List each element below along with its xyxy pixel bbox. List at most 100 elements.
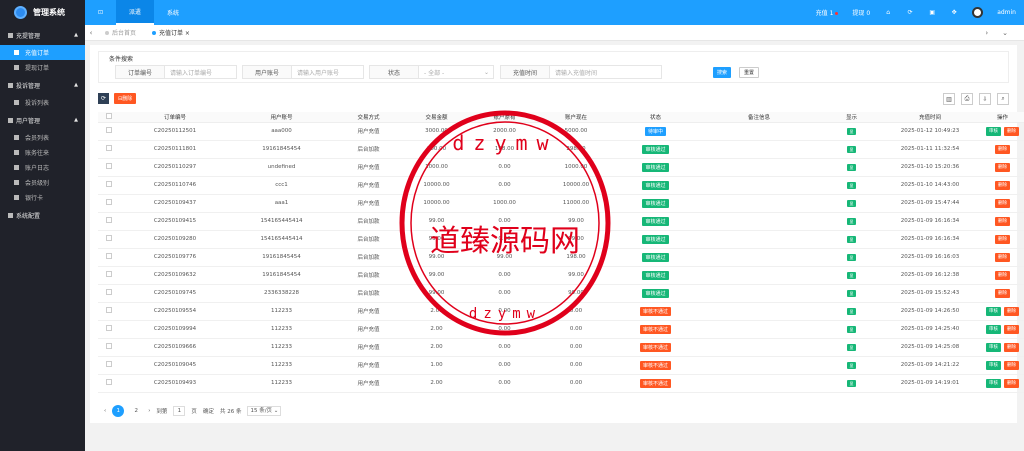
column-header[interactable]: 状态 [612, 112, 699, 123]
sidebar-item-recharge-orders[interactable]: 充值订单 [0, 45, 85, 60]
order-number-input[interactable]: 请输入订单编号 [165, 65, 237, 79]
user-name[interactable]: admin [997, 9, 1016, 16]
home-icon[interactable]: ⌂ [884, 9, 892, 17]
status-select[interactable]: - 全部 - ⌄ [419, 65, 494, 79]
row-checkbox[interactable] [106, 217, 112, 223]
fullscreen-icon[interactable]: ✥ [950, 9, 958, 17]
lock-icon[interactable]: ▣ [928, 9, 936, 17]
delete-button[interactable]: 删除 [1004, 306, 1019, 316]
search-icon[interactable]: ⌕ [997, 93, 1009, 105]
visibility-toggle[interactable]: 显 [847, 361, 856, 369]
column-header[interactable]: 账户现在 [540, 112, 612, 123]
row-checkbox[interactable] [106, 253, 112, 259]
recharge-link[interactable]: 充值 1 [816, 8, 839, 17]
visibility-toggle[interactable]: 显 [847, 127, 856, 135]
visibility-toggle[interactable]: 显 [847, 271, 856, 279]
table-row[interactable]: C20250109776 19161845454 后台加款 99.00 99.00 198… [98, 248, 1024, 267]
reset-button[interactable]: 重置 [739, 66, 760, 78]
sidebar-group-complaints[interactable]: 投诉管理 ▲ [0, 75, 85, 95]
delete-button[interactable]: 删除 [995, 252, 1010, 262]
column-header[interactable]: 显示 [819, 112, 884, 123]
chevron-down-icon[interactable]: ⌄ [1002, 29, 1008, 37]
search-button[interactable]: 搜索 [713, 66, 732, 78]
visibility-toggle[interactable]: 显 [847, 253, 856, 261]
sidebar-item-accounts[interactable]: 账务往来 [0, 145, 85, 160]
column-header[interactable]: 账户原有 [469, 112, 540, 123]
batch-delete-button[interactable]: ⊟ 删除 [114, 93, 137, 104]
delete-button[interactable]: 删除 [1004, 360, 1019, 370]
delete-button[interactable]: 删除 [995, 288, 1010, 298]
row-checkbox[interactable] [106, 181, 112, 187]
visibility-toggle[interactable]: 显 [847, 307, 856, 315]
delete-button[interactable]: 删除 [995, 162, 1010, 172]
chevron-right-icon[interactable]: › [985, 29, 988, 37]
audit-button[interactable]: 审核 [986, 306, 1001, 316]
page-button[interactable]: 1 [112, 405, 125, 417]
column-header[interactable]: 交易方式 [333, 112, 404, 123]
refresh-icon[interactable]: ⟳ [98, 93, 109, 104]
delete-button[interactable]: 删除 [995, 270, 1010, 280]
row-checkbox[interactable] [106, 289, 112, 295]
column-header[interactable]: 操作 [976, 112, 1024, 123]
audit-button[interactable]: 审核 [986, 324, 1001, 334]
delete-button[interactable]: 删除 [995, 216, 1010, 226]
delete-button[interactable]: 删除 [995, 198, 1010, 208]
column-header[interactable]: 充值时间 [884, 112, 976, 123]
audit-button[interactable]: 审核 [986, 126, 1001, 136]
sidebar-item-complaint-list[interactable]: 投诉列表 [0, 95, 85, 110]
row-checkbox[interactable] [106, 271, 112, 277]
top-nav-dispatch[interactable]: 派遣 [116, 0, 155, 25]
sidebar-group-system[interactable]: 系统配置 [0, 205, 85, 225]
delete-button[interactable]: 删除 [1004, 126, 1019, 136]
table-row[interactable]: C20250109493 112233 用户充值 2.00 0.00 0.00 审核不通过 显… [98, 374, 1024, 393]
row-checkbox[interactable] [106, 235, 112, 241]
table-row[interactable]: C20250109045 112233 用户充值 1.00 0.00 0.00 审核不通过 显… [98, 356, 1024, 375]
goto-confirm-button[interactable]: 确定 [203, 407, 214, 415]
row-checkbox[interactable] [106, 343, 112, 349]
row-checkbox[interactable] [106, 199, 112, 205]
sidebar-group-recharge[interactable]: 充提管理 ▲ [0, 25, 85, 45]
visibility-toggle[interactable]: 显 [847, 145, 856, 153]
row-checkbox[interactable] [106, 379, 112, 385]
column-header[interactable]: 交易金额 [404, 112, 469, 123]
select-all-checkbox[interactable] [106, 112, 112, 119]
table-row[interactable]: C20250109632 19161845454 后台加款 99.00 0.00 99.0… [98, 266, 1024, 285]
recharge-time-input[interactable]: 请输入充值时间 [550, 65, 662, 79]
sidebar-group-users[interactable]: 用户管理 ▲ [0, 110, 85, 130]
table-row[interactable]: C20250109437 aaa1 用户充值 10000.00 1000.00 11000… [98, 194, 1024, 213]
chevron-left-icon[interactable]: ‹ [85, 29, 97, 37]
visibility-toggle[interactable]: 显 [847, 163, 856, 171]
delete-button[interactable]: 删除 [995, 180, 1010, 190]
delete-button[interactable]: 删除 [995, 144, 1010, 154]
top-nav-home[interactable]: ⊡ [85, 0, 116, 25]
chevron-right-icon[interactable]: › [148, 408, 150, 414]
table-row[interactable]: C20250110297 undefined 用户充值 1000.00 0.00 1000… [98, 158, 1024, 177]
audit-button[interactable]: 审核 [986, 342, 1001, 352]
sidebar-item-withdraw-orders[interactable]: 提现订单 [0, 60, 85, 75]
column-header[interactable]: 订单编号 [120, 112, 230, 123]
goto-page-input[interactable]: 1 [173, 406, 186, 416]
columns-icon[interactable]: ▥ [943, 93, 955, 105]
top-nav-system[interactable]: 系统 [154, 0, 192, 25]
table-row[interactable]: C20250109280 154165445414 后台加款 99.00 0.00 99.… [98, 230, 1024, 249]
visibility-toggle[interactable]: 显 [847, 181, 856, 189]
export-icon[interactable]: ⇩ [979, 93, 991, 105]
table-row[interactable]: C20250109666 112233 用户充值 2.00 0.00 0.00 审核不通过 显… [98, 338, 1024, 357]
visibility-toggle[interactable]: 显 [847, 343, 856, 351]
sidebar-item-member-level[interactable]: 会员级别 [0, 175, 85, 190]
row-checkbox[interactable] [106, 145, 112, 151]
chevron-left-icon[interactable]: ‹ [104, 408, 106, 414]
row-checkbox[interactable] [106, 361, 112, 367]
visibility-toggle[interactable]: 显 [847, 235, 856, 243]
visibility-toggle[interactable]: 显 [847, 217, 856, 225]
delete-button[interactable]: 删除 [1004, 324, 1019, 334]
refresh-icon[interactable]: ⟳ [906, 9, 914, 17]
user-account-input[interactable]: 请输入用户账号 [292, 65, 364, 79]
sidebar-item-account-log[interactable]: 账户日志 [0, 160, 85, 175]
table-row[interactable]: C20250109415 154165445414 后台加款 99.00 0.00 99.… [98, 212, 1024, 231]
delete-button[interactable]: 删除 [1004, 342, 1019, 352]
sidebar-item-bank-card[interactable]: 银行卡 [0, 190, 85, 205]
withdraw-link[interactable]: 提现 0 [852, 8, 870, 17]
visibility-toggle[interactable]: 显 [847, 199, 856, 207]
delete-button[interactable]: 删除 [995, 234, 1010, 244]
